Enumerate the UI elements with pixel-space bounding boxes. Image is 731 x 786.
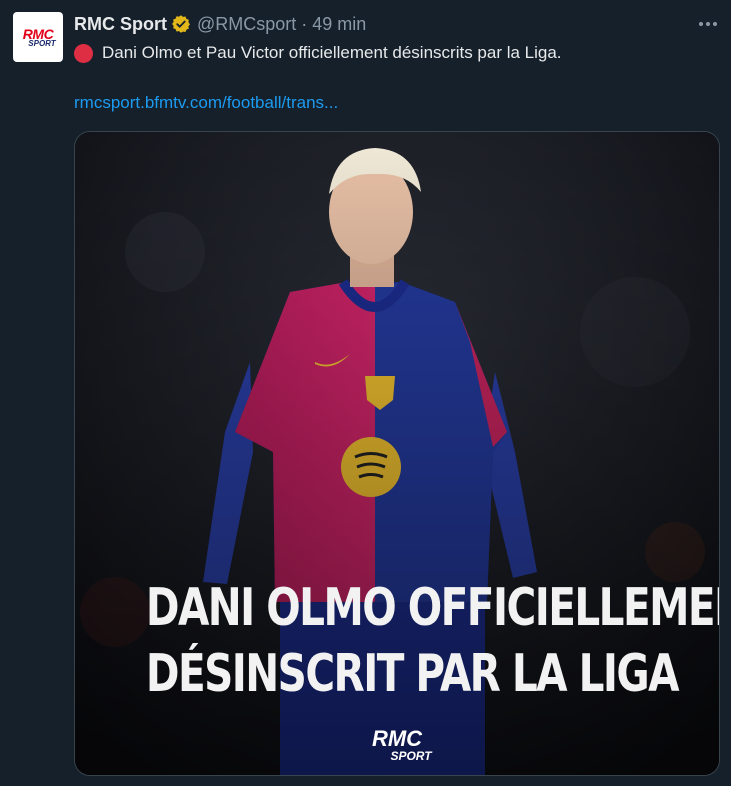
tweet-link[interactable]: rmcsport.bfmtv.com/football/trans... (74, 92, 338, 114)
verified-badge-icon[interactable] (171, 14, 191, 34)
tweet-header: RMC Sport @RMCsport · 49 min (74, 13, 366, 35)
tweet[interactable]: RMC SPORT RMC Sport @RMCsport · 49 min D… (0, 0, 731, 786)
media-headline-line1: DANI OLMO OFFICIELLEMENT (145, 578, 720, 638)
tweet-media[interactable]: DANI OLMO OFFICIELLEMENT DÉSINSCRIT PAR … (74, 131, 720, 776)
display-name[interactable]: RMC Sport (74, 13, 167, 35)
tweet-text-body: Dani Olmo et Pau Victor officiellement d… (102, 43, 562, 62)
more-icon[interactable] (697, 13, 719, 35)
media-logo: RMC SPORT (75, 726, 719, 763)
media-headline-line2: DÉSINSCRIT PAR LA LIGA (145, 644, 680, 704)
timestamp[interactable]: 49 min (312, 13, 366, 35)
separator-dot: · (301, 14, 308, 34)
media-logo-bottom: SPORT (390, 749, 432, 763)
red-circle-icon (74, 43, 93, 63)
tweet-text: Dani Olmo et Pau Victor officiellement d… (74, 42, 711, 64)
avatar[interactable]: RMC SPORT (13, 12, 63, 62)
avatar-logo-bottom: SPORT (28, 38, 56, 48)
media-logo-top: RMC (371, 726, 423, 751)
handle[interactable]: @RMCsport (197, 13, 296, 35)
